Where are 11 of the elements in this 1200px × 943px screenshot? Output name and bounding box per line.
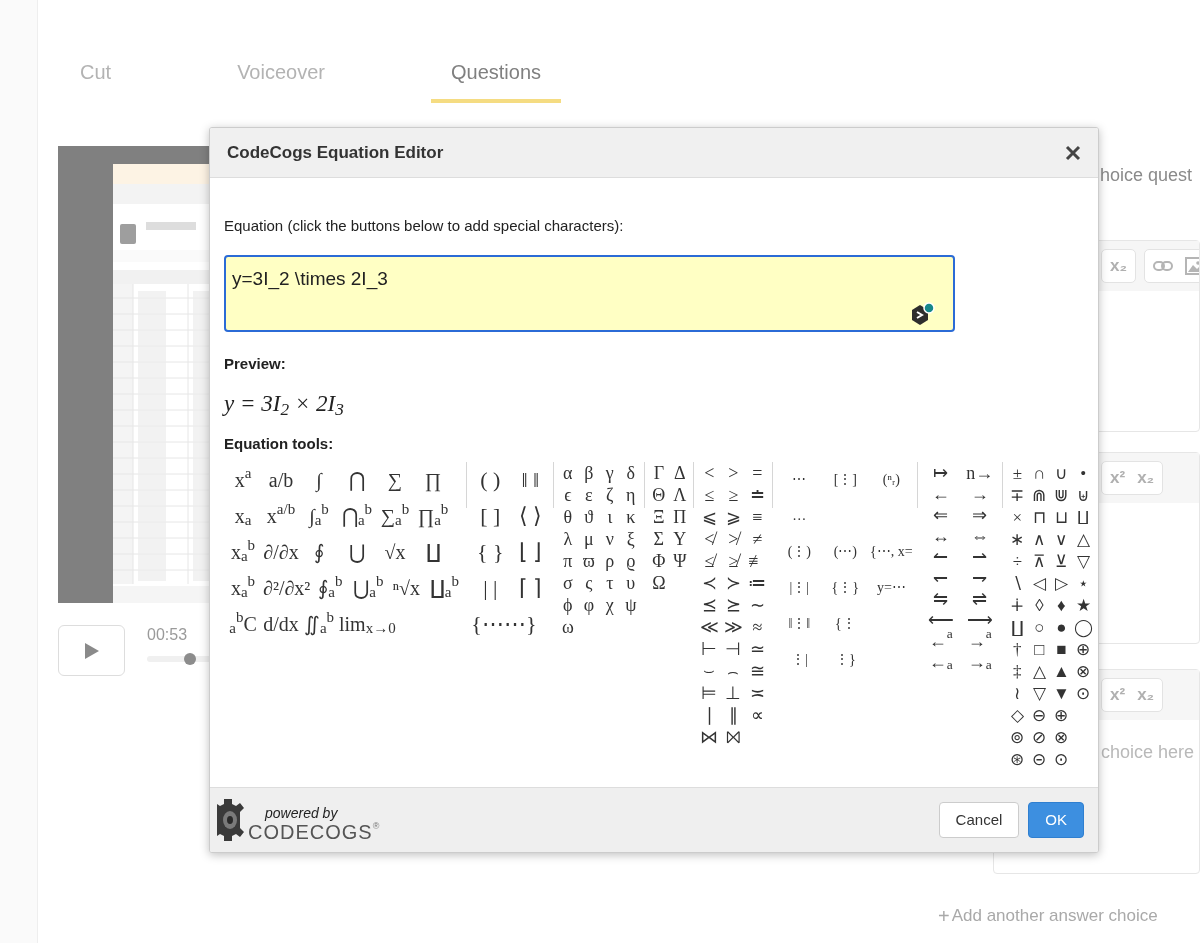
registered-mark: ®: [372, 821, 380, 831]
tools-label: Equation tools:: [224, 434, 335, 454]
logo-text: CODECOGS: [248, 821, 373, 843]
plus-icon: +: [938, 904, 950, 928]
preview-label: Preview:: [224, 354, 287, 374]
time-label: 00:53: [147, 625, 188, 645]
dialog-title: CodeCogs Equation Editor: [227, 141, 444, 164]
question-heading: hoice quest: [1100, 164, 1193, 187]
equation-preview: y = 3I$_{2}$ × 2I$_{3}$: [224, 390, 345, 418]
equation-label: Equation (click the buttons below to add special characters):: [224, 216, 625, 236]
logo-tagline: powered by: [263, 805, 339, 821]
